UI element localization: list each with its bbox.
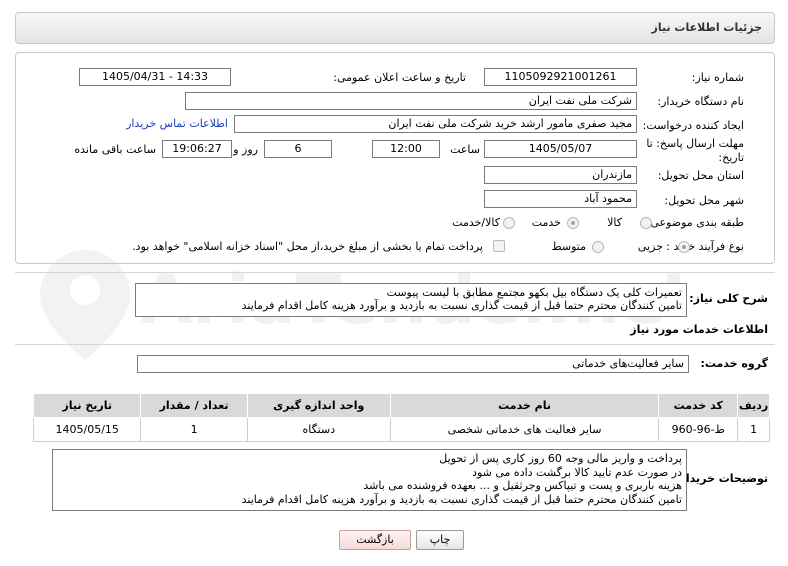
requester-field[interactable]: مجید صفری مامور ارشد خرید شرکت ملی نفت ا… [234,115,637,133]
cell-need-date: 1405/05/15 [32,417,142,442]
remaining-time-label: ساعت باقی مانده [74,143,156,156]
process-radio-minor[interactable] [678,241,690,253]
process-option-medium: متوسط [551,240,586,253]
section-divider [15,344,775,345]
buyer-notes-line: هزینه باربری و پست و تیپاکس وجرثقیل و ..… [363,479,682,492]
cell-service-code: ط-96-960 [658,417,739,442]
deadline-time-field[interactable]: 12:00 [372,140,440,158]
buyer-contact-link[interactable]: اطلاعات تماس خریدار [126,117,228,130]
category-radio-goods[interactable] [640,217,652,229]
page-header: جزئیات اطلاعات نیاز [15,12,775,44]
process-radio-medium[interactable] [592,241,604,253]
col-need-date: تاریخ نیاز [32,393,142,418]
treasury-note: پرداخت تمام یا بخشی از مبلغ خرید،از محل … [132,240,483,253]
remaining-days-field[interactable]: 6 [264,140,332,158]
service-group-label: گروه خدمت: [700,357,768,370]
category-label: طبقه بندی موضوعی: [646,216,744,229]
print-button[interactable]: چاپ [416,530,464,550]
city-field[interactable]: محمود آباد [484,190,637,208]
province-field[interactable]: مازندران [484,166,637,184]
category-radio-goods-service[interactable] [503,217,515,229]
buyer-notes-line: پرداخت و واریز مالی وجه 60 روز کاری پس ا… [439,452,682,465]
cell-row-number: 1 [737,417,770,442]
services-table: ردیف کد خدمت نام خدمت واحد اندازه گیری ت… [32,393,770,442]
cell-service-name: سایر فعالیت های خدماتی شخصی [389,417,660,442]
buyer-org-field[interactable]: شرکت ملی نفت ایران [185,92,637,110]
cell-unit: دستگاه [246,417,391,442]
deadline-time-label: ساعت [450,143,480,156]
need-description-label: شرح کلی نیاز: [689,292,768,305]
days-label: روز و [233,143,258,156]
remaining-time-field[interactable]: 19:06:27 [162,140,232,158]
services-table-header: ردیف کد خدمت نام خدمت واحد اندازه گیری ت… [32,393,770,418]
back-button[interactable]: بازگشت [339,530,411,550]
need-number-label: شماره نیاز: [691,71,744,84]
process-option-minor: جزیی [637,240,663,253]
city-label: شهر محل تحویل: [664,194,744,207]
deadline-date-field[interactable]: 1405/05/07 [484,140,637,158]
cell-quantity: 1 [140,417,248,442]
buyer-notes-box[interactable]: پرداخت و واریز مالی وجه 60 روز کاری پس ا… [52,449,687,511]
col-service-name: نام خدمت [389,393,660,418]
need-description-line: تامین کنندگان محترم حتما قبل از قیمت گذا… [241,299,682,312]
service-group-field[interactable]: سایر فعالیت‌های خدماتی [137,355,689,373]
province-label: استان محل تحویل: [657,169,744,182]
table-row: 1 ط-96-960 سایر فعالیت های خدماتی شخصی د… [32,417,770,442]
col-quantity: تعداد / مقدار [140,393,248,418]
category-option-service: خدمت [531,216,561,229]
treasury-checkbox[interactable] [493,240,505,252]
need-description-box[interactable]: تعمیرات کلی یک دستگاه بیل بکهو مجتمع مطا… [135,283,687,317]
buyer-notes-line: تامین کنندگان محترم حتما قبل از قیمت گذا… [241,492,682,506]
buyer-notes-label: توضیحات خریدار: [675,472,768,485]
services-section-title: اطلاعات خدمات مورد نیاز [630,323,768,336]
category-option-goods-service: کالا/خدمت [452,216,500,229]
buyer-notes-line: در صورت عدم تایید کالا برگشت داده می شود [472,465,682,479]
category-option-goods: کالا [607,216,622,229]
deadline-label: مهلت ارسال پاسخ: تا [646,137,744,150]
announce-date-field[interactable]: 1405/04/31 - 14:33 [79,68,231,86]
announce-date-label: تاریخ و ساعت اعلان عمومی: [333,71,466,84]
requester-label: ایجاد کننده درخواست: [642,119,744,132]
col-row-number: ردیف [737,393,770,418]
need-description-line: تعمیرات کلی یک دستگاه بیل بکهو مجتمع مطا… [386,286,682,299]
section-divider [15,272,775,273]
category-radio-service[interactable] [567,217,579,229]
need-number-field[interactable]: 1105092921001261 [484,68,637,86]
buyer-org-label: نام دستگاه خریدار: [657,95,744,108]
page-title: جزئیات اطلاعات نیاز [651,21,763,34]
deadline-label-date: تاریخ: [718,151,744,164]
col-service-code: کد خدمت [658,393,739,418]
col-unit: واحد اندازه گیری [246,393,391,418]
